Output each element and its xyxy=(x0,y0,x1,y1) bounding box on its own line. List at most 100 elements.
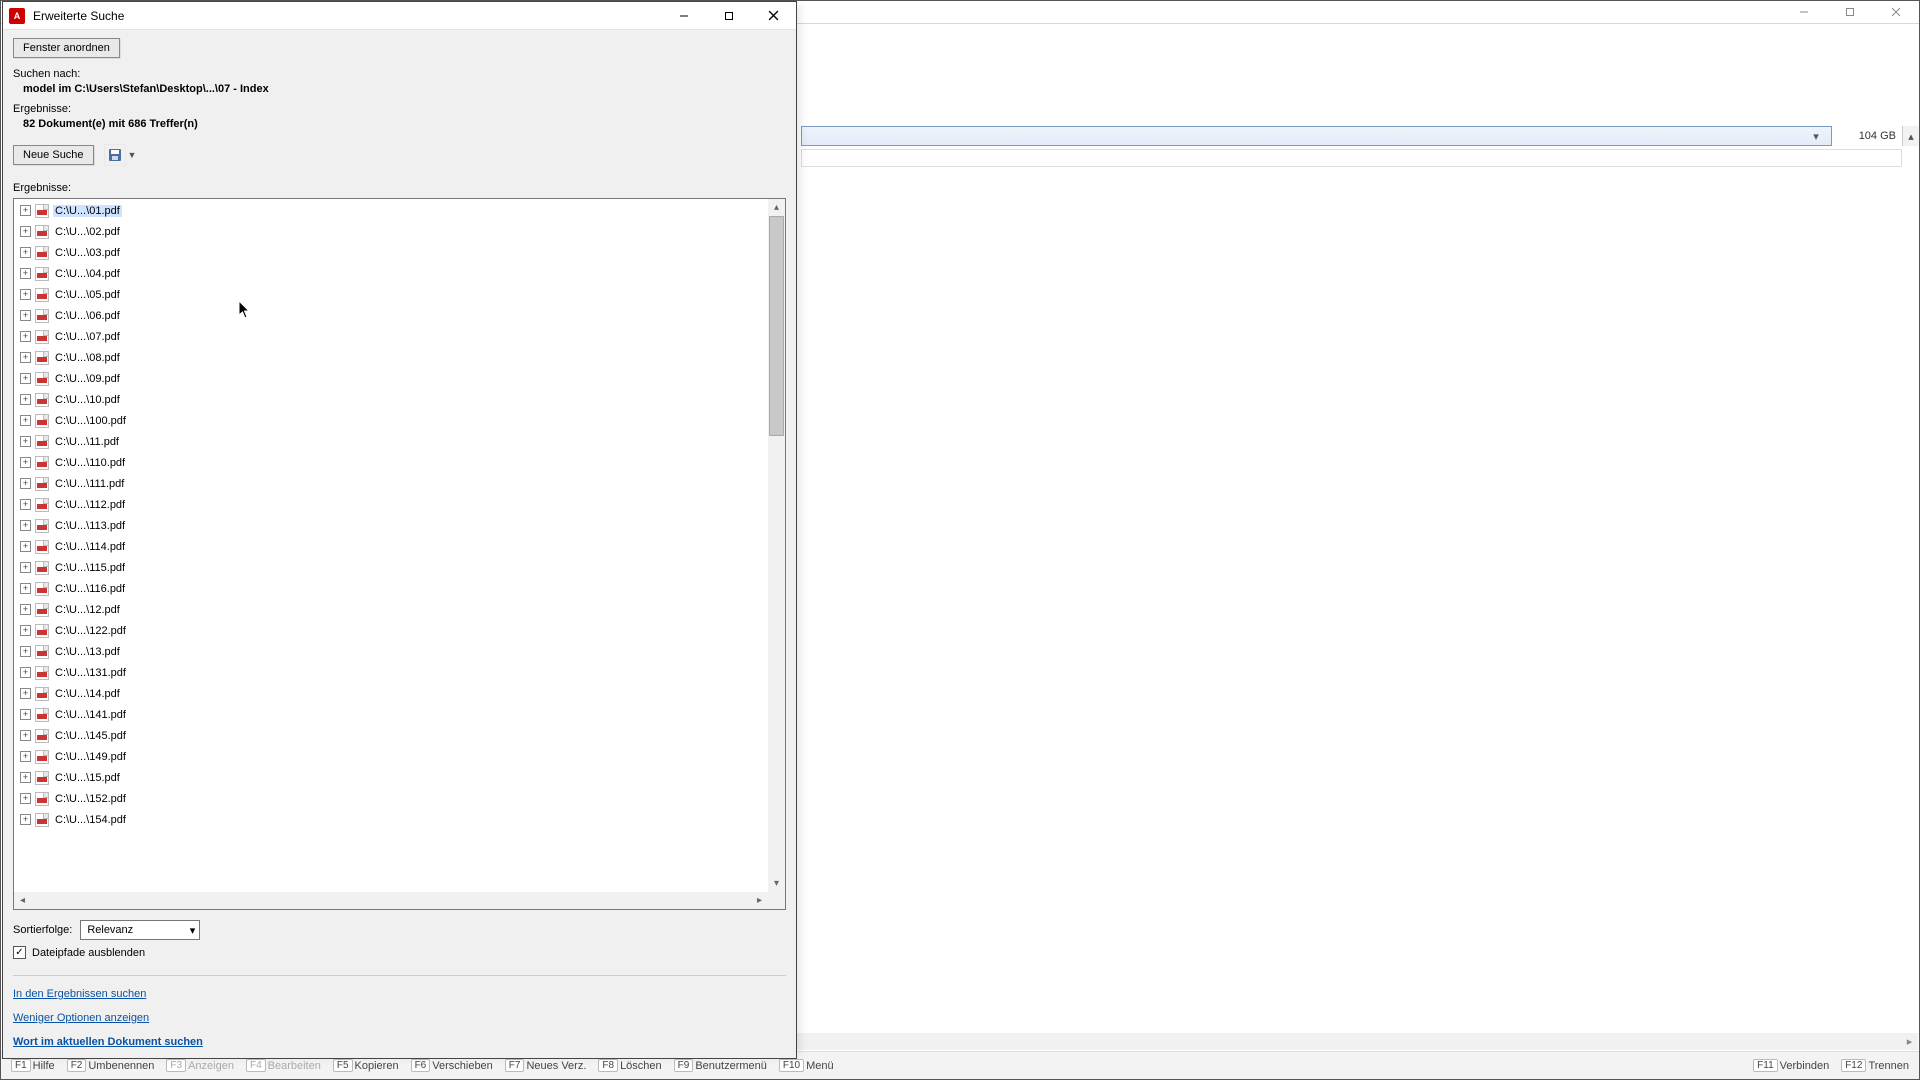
search-in-results-link[interactable]: In den Ergebnissen suchen xyxy=(13,988,786,1000)
expand-icon[interactable]: + xyxy=(20,205,31,216)
fkey-f12[interactable]: F12Trennen xyxy=(1837,1059,1913,1072)
result-row[interactable]: +C:\U...\04.pdf xyxy=(14,263,785,284)
expand-icon[interactable]: + xyxy=(20,478,31,489)
sort-order-select[interactable]: Relevanz ▾ xyxy=(80,920,200,940)
result-row[interactable]: +C:\U...\112.pdf xyxy=(14,494,785,515)
bg-address-bar[interactable]: ▾ xyxy=(801,126,1832,146)
expand-icon[interactable]: + xyxy=(20,793,31,804)
result-row[interactable]: +C:\U...\122.pdf xyxy=(14,620,785,641)
result-row[interactable]: +C:\U...\11.pdf xyxy=(14,431,785,452)
expand-icon[interactable]: + xyxy=(20,646,31,657)
scroll-up-icon[interactable]: ▴ xyxy=(768,199,785,216)
bg-close-button[interactable] xyxy=(1873,1,1919,24)
result-row[interactable]: +C:\U...\02.pdf xyxy=(14,221,785,242)
result-row[interactable]: +C:\U...\100.pdf xyxy=(14,410,785,431)
expand-icon[interactable]: + xyxy=(20,562,31,573)
expand-icon[interactable]: + xyxy=(20,289,31,300)
expand-icon[interactable]: + xyxy=(20,457,31,468)
fkey-f7[interactable]: F7Neues Verz. xyxy=(501,1059,591,1072)
result-row[interactable]: +C:\U...\08.pdf xyxy=(14,347,785,368)
expand-icon[interactable]: + xyxy=(20,604,31,615)
result-row[interactable]: +C:\U...\152.pdf xyxy=(14,788,785,809)
fkey-f8[interactable]: F8Löschen xyxy=(594,1059,665,1072)
expand-icon[interactable]: + xyxy=(20,373,31,384)
save-dropdown-arrow-icon[interactable]: ▼ xyxy=(128,150,137,160)
hide-paths-checkbox[interactable]: ✓ xyxy=(13,946,26,959)
expand-icon[interactable]: + xyxy=(20,415,31,426)
result-row[interactable]: +C:\U...\115.pdf xyxy=(14,557,785,578)
fkey-f3[interactable]: F3Anzeigen xyxy=(162,1059,238,1072)
search-current-doc-link[interactable]: Wort im aktuellen Dokument suchen xyxy=(13,1036,786,1048)
expand-icon[interactable]: + xyxy=(20,709,31,720)
result-row[interactable]: +C:\U...\13.pdf xyxy=(14,641,785,662)
close-button[interactable] xyxy=(751,2,796,30)
expand-icon[interactable]: + xyxy=(20,352,31,363)
expand-icon[interactable]: + xyxy=(20,688,31,699)
result-row[interactable]: +C:\U...\12.pdf xyxy=(14,599,785,620)
expand-icon[interactable]: + xyxy=(20,625,31,636)
search-titlebar[interactable]: A Erweiterte Suche xyxy=(3,2,796,30)
result-row[interactable]: +C:\U...\114.pdf xyxy=(14,536,785,557)
expand-icon[interactable]: + xyxy=(20,520,31,531)
expand-icon[interactable]: + xyxy=(20,814,31,825)
results-tree[interactable]: +C:\U...\01.pdf+C:\U...\02.pdf+C:\U...\0… xyxy=(13,198,786,910)
expand-icon[interactable]: + xyxy=(20,436,31,447)
fkey-f9[interactable]: F9Benutzermenü xyxy=(670,1059,771,1072)
result-row[interactable]: +C:\U...\116.pdf xyxy=(14,578,785,599)
result-row[interactable]: +C:\U...\01.pdf xyxy=(14,200,785,221)
result-row[interactable]: +C:\U...\145.pdf xyxy=(14,725,785,746)
minimize-button[interactable] xyxy=(661,2,706,30)
fkey-f6[interactable]: F6Verschieben xyxy=(407,1059,497,1072)
expand-icon[interactable]: + xyxy=(20,310,31,321)
scroll-down-icon[interactable]: ▾ xyxy=(768,875,785,892)
result-row[interactable]: +C:\U...\07.pdf xyxy=(14,326,785,347)
new-search-button[interactable]: Neue Suche xyxy=(13,145,94,165)
scroll-left-icon[interactable]: ◂ xyxy=(14,892,31,909)
results-vertical-scrollbar[interactable]: ▴ ▾ xyxy=(768,199,785,892)
result-row[interactable]: +C:\U...\14.pdf xyxy=(14,683,785,704)
fkey-f5[interactable]: F5Kopieren xyxy=(329,1059,403,1072)
results-horizontal-scrollbar[interactable]: ◂ ▸ xyxy=(14,892,768,909)
fkey-f2[interactable]: F2Umbenennen xyxy=(63,1059,159,1072)
result-row[interactable]: +C:\U...\05.pdf xyxy=(14,284,785,305)
result-row[interactable]: +C:\U...\06.pdf xyxy=(14,305,785,326)
result-row[interactable]: +C:\U...\09.pdf xyxy=(14,368,785,389)
fkey-f11[interactable]: F11Verbinden xyxy=(1749,1059,1833,1072)
expand-icon[interactable]: + xyxy=(20,751,31,762)
expand-icon[interactable]: + xyxy=(20,499,31,510)
scrollbar-thumb[interactable] xyxy=(769,216,784,436)
fkey-f10[interactable]: F10Menü xyxy=(775,1059,838,1072)
result-row[interactable]: +C:\U...\15.pdf xyxy=(14,767,785,788)
result-row[interactable]: +C:\U...\141.pdf xyxy=(14,704,785,725)
expand-icon[interactable]: + xyxy=(20,331,31,342)
bg-minimize-button[interactable] xyxy=(1781,1,1827,24)
result-row[interactable]: +C:\U...\149.pdf xyxy=(14,746,785,767)
result-row[interactable]: +C:\U...\154.pdf xyxy=(14,809,785,830)
result-row[interactable]: +C:\U...\03.pdf xyxy=(14,242,785,263)
maximize-button[interactable] xyxy=(706,2,751,30)
result-row[interactable]: +C:\U...\131.pdf xyxy=(14,662,785,683)
scroll-right-icon[interactable]: ▸ xyxy=(1901,1033,1918,1050)
expand-icon[interactable]: + xyxy=(20,772,31,783)
expand-icon[interactable]: + xyxy=(20,394,31,405)
expand-icon[interactable]: + xyxy=(20,541,31,552)
expand-icon[interactable]: + xyxy=(20,226,31,237)
less-options-link[interactable]: Weniger Optionen anzeigen xyxy=(13,1012,786,1024)
fkey-f1[interactable]: F1Hilfe xyxy=(7,1059,59,1072)
expand-icon[interactable]: + xyxy=(20,730,31,741)
result-row[interactable]: +C:\U...\113.pdf xyxy=(14,515,785,536)
save-results-button[interactable] xyxy=(104,144,126,166)
bg-file-list[interactable] xyxy=(801,149,1902,167)
expand-icon[interactable]: + xyxy=(20,268,31,279)
fkey-f4[interactable]: F4Bearbeiten xyxy=(242,1059,325,1072)
scroll-right-icon[interactable]: ▸ xyxy=(751,892,768,909)
bg-scroll-up-button[interactable]: ▴ xyxy=(1902,126,1919,146)
arrange-windows-button[interactable]: Fenster anordnen xyxy=(13,38,120,58)
expand-icon[interactable]: + xyxy=(20,667,31,678)
result-row[interactable]: +C:\U...\110.pdf xyxy=(14,452,785,473)
expand-icon[interactable]: + xyxy=(20,247,31,258)
expand-icon[interactable]: + xyxy=(20,583,31,594)
bg-maximize-button[interactable] xyxy=(1827,1,1873,24)
result-row[interactable]: +C:\U...\111.pdf xyxy=(14,473,785,494)
result-row[interactable]: +C:\U...\10.pdf xyxy=(14,389,785,410)
